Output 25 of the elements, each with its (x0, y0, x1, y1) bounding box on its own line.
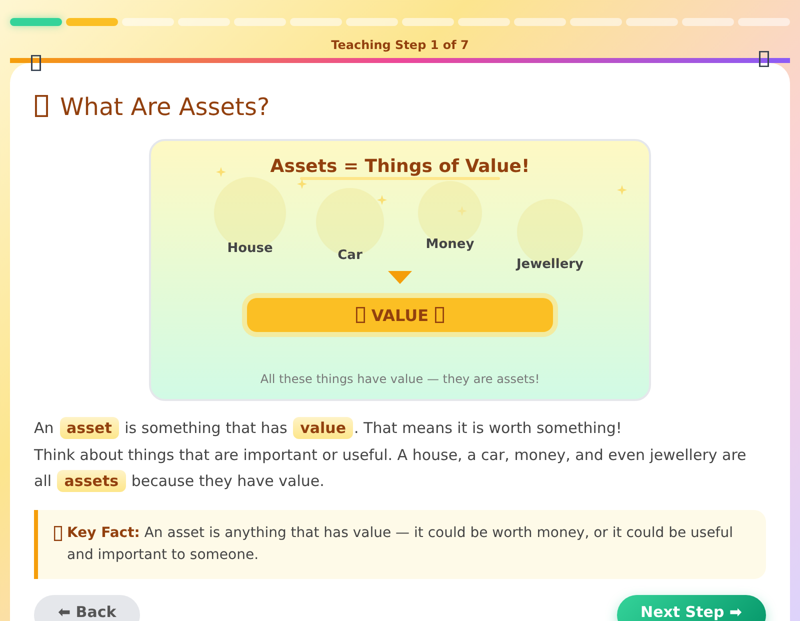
missing-glyph-icon (434, 307, 444, 323)
key-fact-text: Key Fact: An asset is anything that has value — it could be worth money, or it could be useful and important to someone. (67, 524, 734, 564)
sparkle-icon (297, 179, 307, 189)
item-label: House (227, 241, 273, 257)
item-label: Car (338, 248, 362, 264)
missing-glyph-icon (54, 526, 62, 540)
lesson-paragraph: An asset is something that has value. That means it is worth something! (34, 416, 623, 441)
sparkle-icon (377, 195, 387, 205)
missing-glyph-icon (35, 95, 48, 118)
step-label: Teaching Step 1 of 7 (330, 37, 470, 53)
value-label: VALUE (371, 306, 429, 324)
item-label: Money (426, 237, 474, 253)
sparkle-icon (457, 206, 467, 216)
illustration-caption: All these things have value — they are assets! (259, 371, 541, 387)
lesson-paragraph: Think about things that are important or useful. A house, a car, money, and even jewellery are all assets because they have value. (34, 444, 748, 494)
missing-glyph-icon (31, 55, 41, 71)
illustration-title: Assets = Things of Value! (270, 157, 530, 177)
sparkle-icon (216, 167, 226, 177)
item-label: Jewellery (516, 257, 584, 273)
lesson-title: What Are Assets? (60, 93, 270, 121)
down-triangle-icon (388, 271, 412, 284)
back-button[interactable]: ⬅ Back (34, 594, 140, 621)
sparkle-icon (617, 185, 627, 195)
missing-glyph-icon (759, 51, 769, 67)
missing-glyph-icon (356, 307, 366, 323)
